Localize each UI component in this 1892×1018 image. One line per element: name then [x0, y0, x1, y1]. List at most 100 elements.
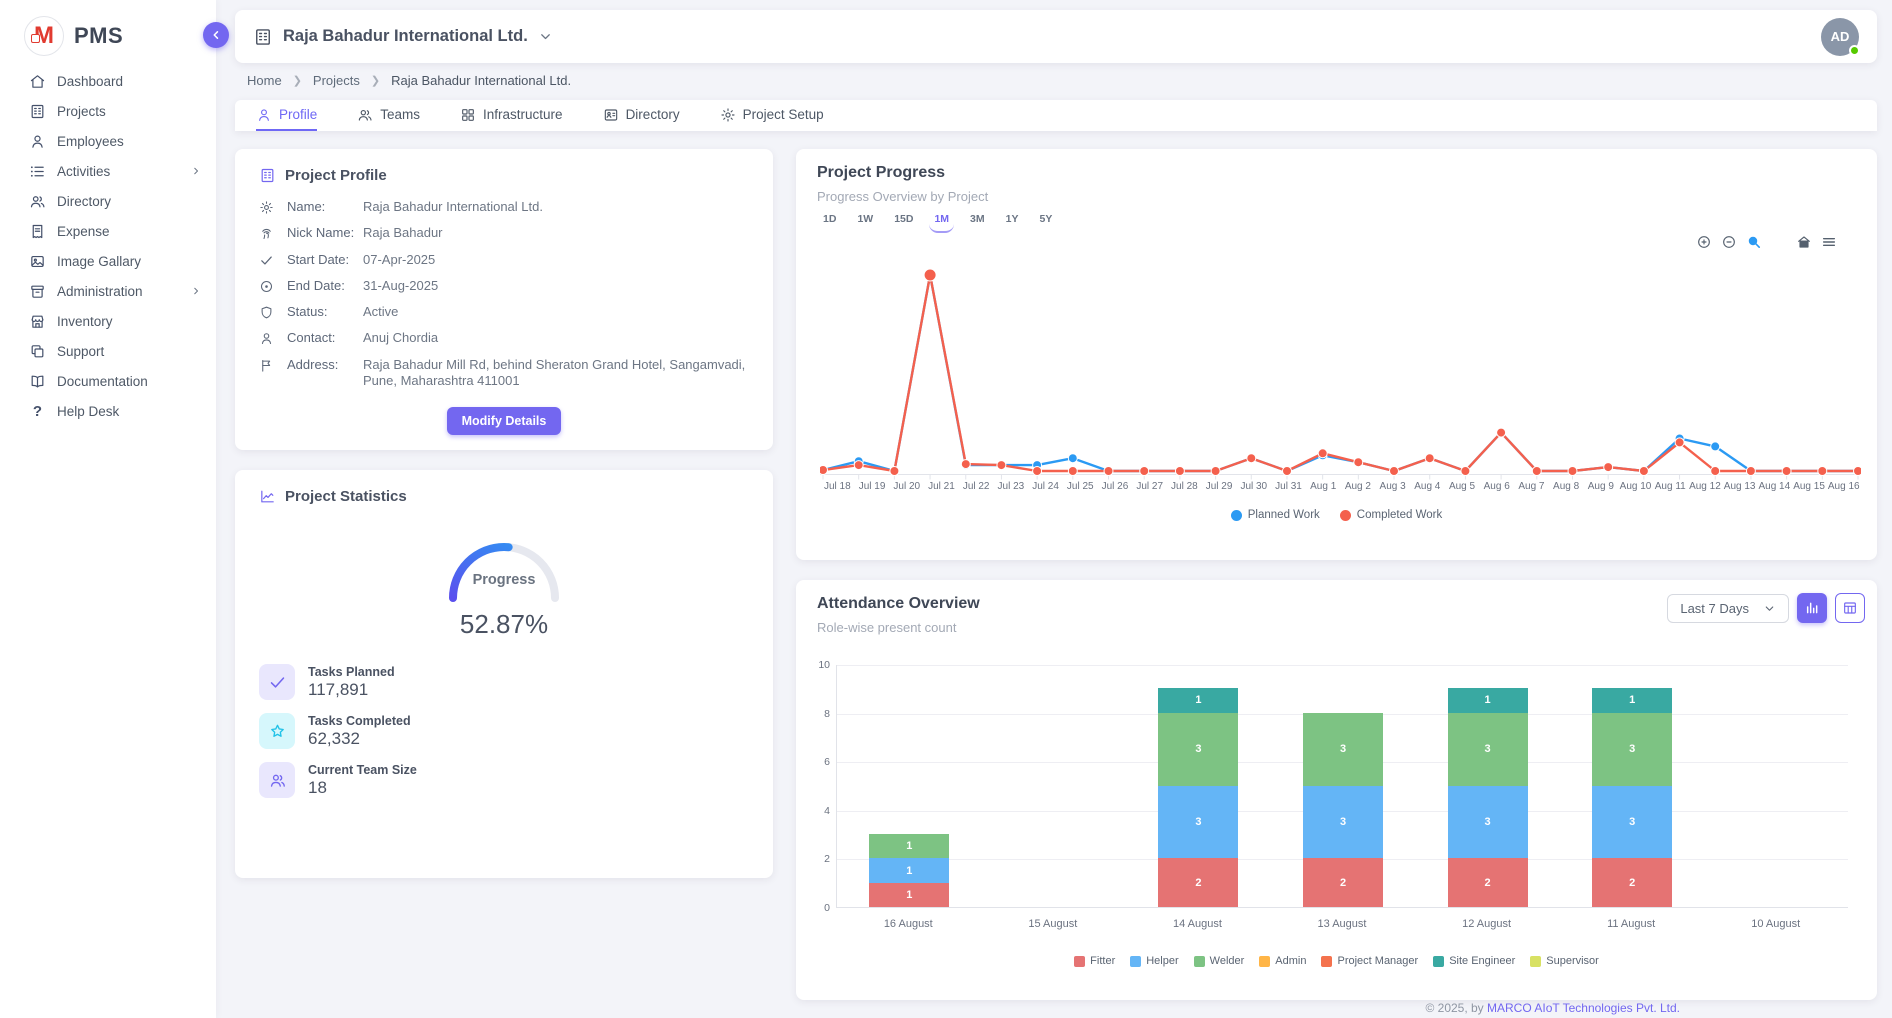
card-title: Attendance Overview [817, 595, 980, 613]
bar-segment-fitter[interactable]: 2 [1448, 858, 1528, 907]
legend-label: Welder [1210, 955, 1245, 967]
bar-chart[interactable]: 111233123323312331 [836, 665, 1848, 908]
legend-item[interactable]: Site Engineer [1433, 955, 1515, 967]
data-point [1746, 467, 1755, 476]
tab-project-setup[interactable]: Project Setup [720, 100, 824, 131]
sidebar-item-dashboard[interactable]: Dashboard [0, 66, 216, 96]
bar-segment-helper[interactable]: 3 [1158, 786, 1238, 859]
bar-segment-welder[interactable]: 3 [1158, 713, 1238, 786]
x-tick-label: Jul 28 [1167, 481, 1202, 492]
avatar[interactable]: AD [1821, 18, 1859, 56]
legend-item[interactable]: Project Manager [1321, 955, 1418, 967]
range-button-5y[interactable]: 5Y [1034, 211, 1057, 233]
legend-item[interactable]: Planned Work [1231, 509, 1320, 521]
tab-profile[interactable]: Profile [256, 100, 317, 131]
selection-zoom-icon[interactable] [1746, 234, 1762, 250]
bar-segment-fitter[interactable]: 2 [1158, 858, 1238, 907]
bar-segment-welder[interactable]: 3 [1448, 713, 1528, 786]
receipt-icon [29, 223, 46, 240]
tab-directory[interactable]: Directory [603, 100, 680, 131]
field-label: Contact: [287, 330, 363, 345]
bar-segment-helper[interactable]: 1 [869, 858, 949, 882]
y-tick-label: 6 [800, 756, 830, 768]
bar-segment-welder[interactable]: 3 [1592, 713, 1672, 786]
range-button-1w[interactable]: 1W [852, 211, 878, 233]
breadcrumb-item[interactable]: Home [247, 73, 282, 88]
sidebar-item-support[interactable]: Support [0, 336, 216, 366]
sidebar-item-projects[interactable]: Projects [0, 96, 216, 126]
stacked-bar-16-august[interactable]: 111 [869, 834, 949, 907]
bar-segment-helper[interactable]: 3 [1448, 786, 1528, 859]
x-tick-label: Jul 31 [1271, 481, 1306, 492]
company-selector[interactable]: Raja Bahadur International Ltd. [253, 27, 553, 47]
sidebar-item-help-desk[interactable]: ?Help Desk [0, 396, 216, 426]
bar-segment-helper[interactable]: 3 [1303, 786, 1383, 859]
sidebar-item-expense[interactable]: Expense [0, 216, 216, 246]
bar-segment-fitter[interactable]: 2 [1303, 858, 1383, 907]
user-icon [29, 133, 46, 150]
bar-segment-fitter[interactable]: 2 [1592, 858, 1672, 907]
range-button-1y[interactable]: 1Y [1001, 211, 1024, 233]
chevron-down-icon [538, 29, 553, 44]
footer: © 2025, by MARCO AIoT Technologies Pvt. … [1425, 1001, 1680, 1015]
sidebar-item-image-gallary[interactable]: Image Gallary [0, 246, 216, 276]
legend-item[interactable]: Helper [1130, 955, 1178, 967]
data-point [1711, 467, 1720, 476]
user-icon [256, 107, 272, 123]
sidebar-collapse-button[interactable] [203, 22, 229, 48]
series-line [823, 275, 1858, 471]
sidebar-item-inventory[interactable]: Inventory [0, 306, 216, 336]
legend-item[interactable]: Fitter [1074, 955, 1115, 967]
line-chart[interactable] [820, 267, 1861, 481]
card-title: Project Profile [285, 167, 387, 184]
bar-segment-fitter[interactable]: 1 [869, 883, 949, 907]
range-button-1m[interactable]: 1M [929, 211, 954, 233]
sidebar-item-label: Projects [57, 104, 202, 119]
modify-details-button[interactable]: Modify Details [447, 407, 562, 435]
zoom-in-icon[interactable] [1696, 234, 1712, 250]
stacked-bar-11-august[interactable]: 2331 [1592, 688, 1672, 907]
bar-segment-site-engineer[interactable]: 1 [1448, 688, 1528, 712]
sidebar-item-label: Employees [57, 134, 202, 149]
bar-segment-helper[interactable]: 3 [1592, 786, 1672, 859]
range-button-15d[interactable]: 15D [889, 211, 918, 233]
data-point [1568, 467, 1577, 476]
range-button-1d[interactable]: 1D [818, 211, 841, 233]
company-link[interactable]: MARCO AIoT Technologies Pvt. Ltd. [1487, 1001, 1680, 1015]
app-logo[interactable]: M PMS [0, 0, 216, 58]
stacked-bar-14-august[interactable]: 2331 [1158, 688, 1238, 907]
zoom-out-icon[interactable] [1721, 234, 1737, 250]
breadcrumb-item[interactable]: Projects [313, 73, 360, 88]
legend-item[interactable]: Supervisor [1530, 955, 1599, 967]
users-icon [357, 107, 373, 123]
bar-view-button[interactable] [1797, 593, 1827, 623]
data-point [1318, 449, 1327, 458]
menu-icon[interactable] [1821, 234, 1837, 250]
date-range-select[interactable]: Last 7 Days [1667, 594, 1789, 623]
range-button-3m[interactable]: 3M [965, 211, 990, 233]
stacked-bar-12-august[interactable]: 2331 [1448, 688, 1528, 907]
bar-segment-welder[interactable]: 3 [1303, 713, 1383, 786]
sidebar-item-administration[interactable]: Administration [0, 276, 216, 306]
bar-segment-site-engineer[interactable]: 1 [1158, 688, 1238, 712]
table-view-button[interactable] [1835, 593, 1865, 623]
stacked-bar-13-august[interactable]: 233 [1303, 713, 1383, 907]
breadcrumb-separator: ❯ [293, 74, 302, 87]
help-icon: ? [29, 403, 46, 420]
tab-infrastructure[interactable]: Infrastructure [460, 100, 563, 131]
pan-icon[interactable] [1771, 234, 1787, 250]
sidebar-item-activities[interactable]: Activities [0, 156, 216, 186]
tab-teams[interactable]: Teams [357, 100, 420, 131]
bar-segment-site-engineer[interactable]: 1 [1592, 688, 1672, 712]
sidebar-item-label: Documentation [57, 374, 202, 389]
sidebar-item-employees[interactable]: Employees [0, 126, 216, 156]
legend-item[interactable]: Welder [1194, 955, 1245, 967]
sidebar-item-documentation[interactable]: Documentation [0, 366, 216, 396]
bar-segment-welder[interactable]: 1 [869, 834, 949, 858]
apps-grid-icon[interactable] [1779, 27, 1799, 47]
home-reset-icon[interactable] [1796, 234, 1812, 250]
legend-item[interactable]: Admin [1259, 955, 1306, 967]
sidebar-item-directory[interactable]: Directory [0, 186, 216, 216]
legend-item[interactable]: Completed Work [1340, 509, 1442, 521]
x-category-label: 13 August [1270, 918, 1415, 930]
